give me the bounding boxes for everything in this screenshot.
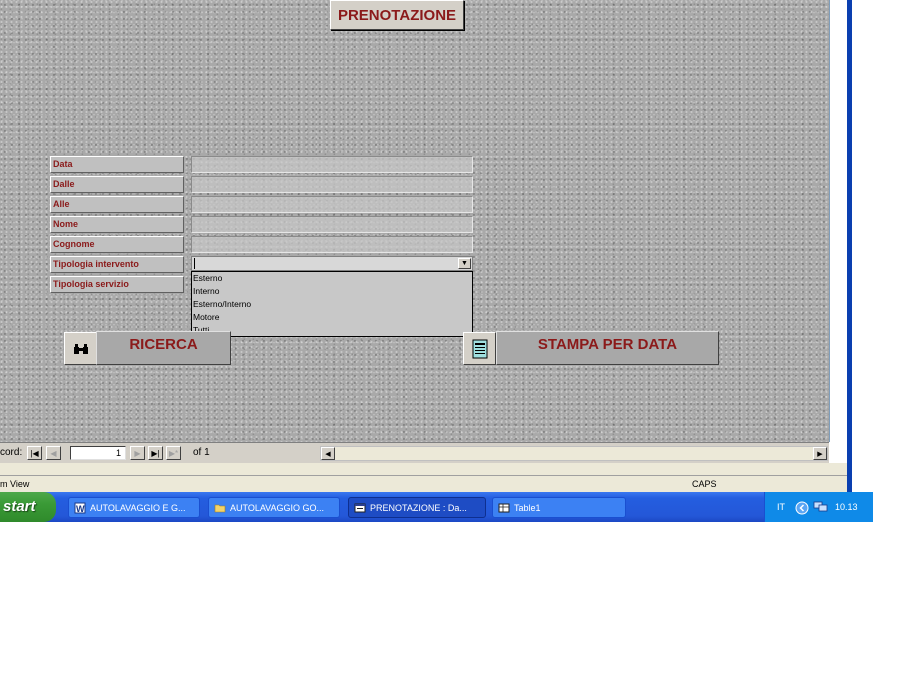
caps-lock-indicator: CAPS	[692, 479, 717, 489]
first-record-icon: |◀	[30, 448, 39, 458]
binoculars-icon	[73, 343, 88, 354]
taskbar-item-label: AUTOLAVAGGIO E G...	[90, 502, 186, 513]
new-record-button[interactable]: ▶*	[166, 446, 181, 460]
label-tipologia-servizio: Tipologia servizio	[50, 276, 184, 293]
cognome-field[interactable]	[191, 236, 473, 253]
label-nome: Nome	[50, 216, 184, 233]
status-view-text: m View	[0, 479, 30, 489]
stampa-per-data-button[interactable]: STAMPA PER DATA	[496, 331, 719, 365]
screen: PRENOTAZIONE Data Dalle Alle Nome Cognom…	[0, 0, 900, 676]
taskbar-item-table1[interactable]: Table1	[492, 497, 626, 518]
label-data: Data	[50, 156, 184, 173]
desktop-background	[852, 0, 900, 492]
taskbar-item-autolavaggio-doc[interactable]: W AUTOLAVAGGIO E G...	[68, 497, 200, 518]
next-record-button[interactable]: ▶	[130, 446, 145, 460]
previous-record-icon: ◀	[50, 448, 57, 458]
dalle-field[interactable]	[191, 176, 473, 193]
svg-text:W: W	[76, 504, 85, 514]
clock: 10.13	[835, 502, 858, 512]
taskbar: start W AUTOLAVAGGIO E G... AUTOLAVAGGIO…	[0, 492, 873, 522]
last-record-button[interactable]: ▶|	[148, 446, 163, 460]
dropdown-option-esterno-interno[interactable]: Esterno/Interno	[192, 298, 472, 311]
horizontal-scrollbar[interactable]: ◀ ▶	[320, 446, 828, 461]
record-label: cord:	[0, 447, 23, 458]
report-icon	[472, 339, 487, 358]
label-tipologia-intervento: Tipologia intervento	[50, 256, 184, 273]
dropdown-option-esterno[interactable]: Esterno	[192, 272, 472, 285]
label-alle: Alle	[50, 196, 184, 213]
network-icon[interactable]	[813, 500, 829, 514]
last-record-icon: ▶|	[151, 448, 160, 458]
tray-expand-icon[interactable]	[795, 501, 809, 515]
ricerca-button[interactable]: RICERCA	[96, 331, 231, 365]
scroll-left-button[interactable]: ◀	[321, 447, 335, 460]
label-dalle: Dalle	[50, 176, 184, 193]
start-label: start	[3, 498, 36, 515]
print-report-icon-button[interactable]	[463, 332, 496, 365]
first-record-button[interactable]: |◀	[27, 446, 42, 460]
word-doc-icon: W	[74, 502, 86, 514]
taskbar-item-prenotazione[interactable]: PRENOTAZIONE : Da...	[348, 497, 486, 518]
form-canvas: PRENOTAZIONE Data Dalle Alle Nome Cognom…	[0, 0, 829, 442]
taskbar-item-label: PRENOTAZIONE : Da...	[370, 502, 467, 513]
vertical-scrollbar[interactable]	[829, 0, 848, 442]
chevron-down-icon: ▼	[461, 260, 468, 267]
tipologia-intervento-combo[interactable]: ▼	[191, 256, 473, 271]
current-record-field[interactable]: 1	[70, 446, 126, 460]
status-separator	[0, 463, 847, 475]
data-field[interactable]	[191, 156, 473, 173]
table-icon	[498, 503, 510, 512]
new-record-icon: ▶*	[168, 448, 179, 458]
dropdown-option-interno[interactable]: Interno	[192, 285, 472, 298]
chevron-right-icon: ▶	[817, 450, 823, 458]
next-record-icon: ▶	[134, 448, 141, 458]
scroll-right-button[interactable]: ▶	[813, 447, 827, 460]
dropdown-option-tutti[interactable]: Tutti	[192, 324, 472, 337]
status-bar: m View CAPS	[0, 475, 847, 492]
folder-icon	[214, 504, 226, 512]
alle-field[interactable]	[191, 196, 473, 213]
label-cognome: Cognome	[50, 236, 184, 253]
taskbar-item-label: Table1	[514, 502, 541, 513]
binoculars-search-button[interactable]	[64, 332, 97, 365]
system-tray: IT 10.13	[764, 492, 873, 522]
previous-record-button[interactable]: ◀	[46, 446, 61, 460]
access-form-icon	[354, 503, 366, 512]
start-button[interactable]: start	[0, 492, 56, 522]
prenotazione-title-button[interactable]: PRENOTAZIONE	[330, 0, 464, 30]
chevron-left-icon: ◀	[325, 450, 331, 458]
record-count: of 1	[193, 447, 210, 458]
text-caret	[194, 258, 195, 269]
combo-dropdown-button[interactable]: ▼	[458, 258, 471, 269]
tipologia-intervento-dropdown-list: Esterno Interno Esterno/Interno Motore T…	[191, 271, 473, 337]
dropdown-option-motore[interactable]: Motore	[192, 311, 472, 324]
nome-field[interactable]	[191, 216, 473, 233]
taskbar-item-autolavaggio-folder[interactable]: AUTOLAVAGGIO GO...	[208, 497, 340, 518]
record-navigator: cord: |◀ ◀ 1 ▶ ▶| ▶* of 1 ◀ ▶	[0, 442, 829, 463]
language-indicator[interactable]: IT	[777, 502, 785, 512]
taskbar-item-label: AUTOLAVAGGIO GO...	[230, 502, 325, 513]
